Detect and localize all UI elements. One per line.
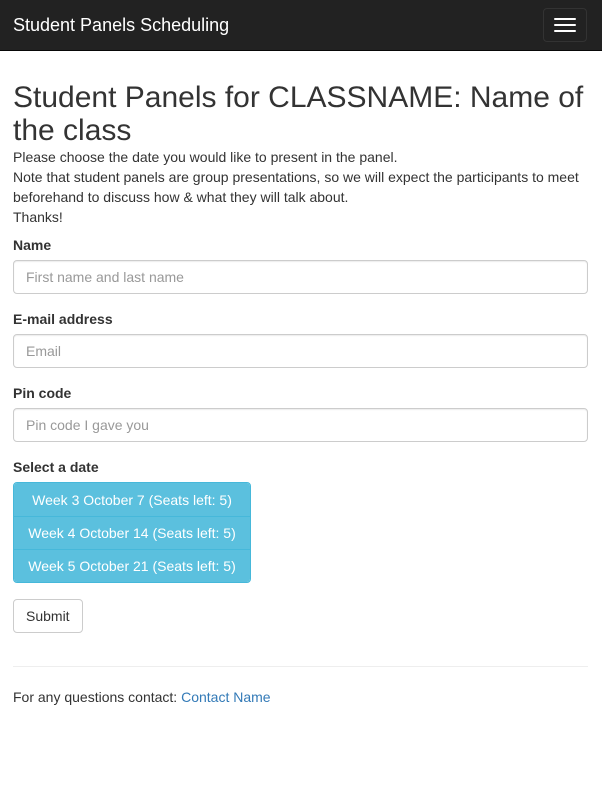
email-group: E-mail address [13, 309, 588, 368]
pin-group: Pin code [13, 383, 588, 442]
hamburger-menu-icon[interactable] [543, 8, 587, 42]
date-option-week-3[interactable]: Week 3 October 7 (Seats left: 5) [14, 483, 250, 516]
menu-bar [554, 18, 576, 20]
footer-divider [13, 666, 588, 667]
footer-text: For any questions contact: [13, 689, 182, 705]
navbar-brand[interactable]: Student Panels Scheduling [13, 14, 229, 36]
menu-bar [554, 24, 576, 26]
footer: For any questions contact: Contact Name [13, 687, 588, 707]
submit-button[interactable]: Submit [13, 599, 83, 633]
intro-text: Please choose the date you would like to… [13, 149, 398, 165]
email-label: E-mail address [13, 311, 113, 327]
panel-form: Name E-mail address Pin code Select a da… [13, 235, 588, 633]
navbar: Student Panels Scheduling [0, 0, 602, 51]
pin-label: Pin code [13, 385, 72, 401]
menu-bar [554, 30, 576, 32]
thanks-text: Thanks! [13, 209, 63, 225]
main-container: Student Panels for CLASSNAME: Name of th… [0, 81, 602, 707]
date-group: Select a date Week 3 October 7 (Seats le… [13, 457, 588, 583]
name-input[interactable] [13, 260, 588, 294]
note-text: Note that student panels are group prese… [13, 169, 579, 205]
page-title: Student Panels for CLASSNAME: Name of th… [13, 81, 584, 147]
date-option-week-5[interactable]: Week 5 October 21 (Seats left: 5) [14, 549, 250, 582]
date-options: Week 3 October 7 (Seats left: 5) Week 4 … [13, 482, 251, 583]
pin-input[interactable] [13, 408, 588, 442]
contact-link[interactable]: Contact Name [181, 689, 270, 705]
name-group: Name [13, 235, 588, 294]
name-label: Name [13, 237, 52, 253]
email-input[interactable] [13, 334, 588, 368]
date-option-week-4[interactable]: Week 4 October 14 (Seats left: 5) [14, 516, 250, 549]
date-label: Select a date [13, 459, 99, 475]
